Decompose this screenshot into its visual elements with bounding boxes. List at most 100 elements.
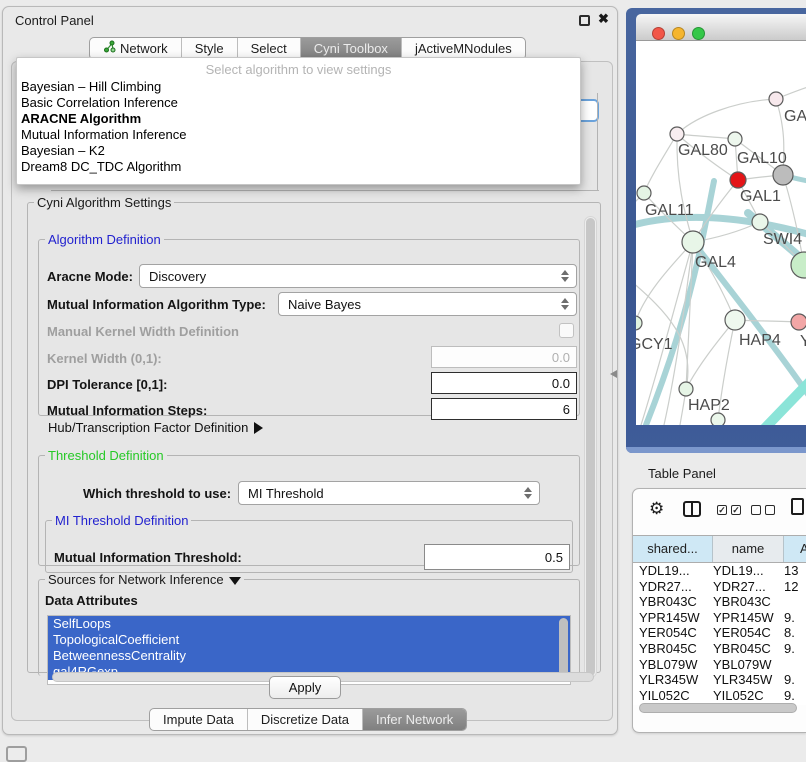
table-cell[interactable]: YER054C bbox=[633, 625, 707, 641]
table-cell[interactable]: YIL052C bbox=[707, 688, 778, 704]
algorithm-option[interactable]: Dream8 DC_TDC Algorithm bbox=[17, 159, 580, 175]
table-cell[interactable]: YDR27... bbox=[707, 579, 778, 595]
network-window-titlebar[interactable] bbox=[636, 14, 806, 41]
attribute-item[interactable]: BetweennessCentrality bbox=[48, 648, 570, 664]
table-hscrollbar[interactable] bbox=[639, 703, 797, 713]
tab-impute-data[interactable]: Impute Data bbox=[150, 709, 247, 730]
select-all-icon[interactable]: ✓ bbox=[717, 505, 727, 515]
close-traffic-light[interactable] bbox=[652, 27, 665, 40]
network-node[interactable] bbox=[636, 316, 642, 330]
tab-infer-network[interactable]: Infer Network bbox=[362, 709, 466, 730]
minimize-traffic-light[interactable] bbox=[672, 27, 685, 40]
table-row[interactable]: YIL052CYIL052C9. bbox=[633, 688, 806, 704]
table-cell[interactable]: YER054C bbox=[707, 625, 778, 641]
table-header: shared... name A bbox=[633, 535, 806, 563]
table-cell[interactable]: YBL079W bbox=[633, 657, 707, 673]
table-cell[interactable]: YBR043C bbox=[633, 594, 707, 610]
network-node[interactable] bbox=[752, 214, 768, 230]
apply-button[interactable]: Apply bbox=[269, 676, 341, 699]
table-cell[interactable]: 9. bbox=[778, 610, 801, 626]
table-cell[interactable]: YPR145W bbox=[707, 610, 778, 626]
table-cell[interactable]: YDR27... bbox=[633, 579, 707, 595]
tab-cyni-toolbox[interactable]: Cyni Toolbox bbox=[300, 38, 401, 59]
network-node[interactable] bbox=[769, 92, 783, 106]
zoom-traffic-light[interactable] bbox=[692, 27, 705, 40]
mi-threshold-field[interactable]: 0.5 bbox=[424, 544, 570, 570]
column-header-partial[interactable]: A bbox=[784, 536, 806, 562]
table-cell[interactable]: YDL19... bbox=[633, 563, 707, 579]
network-node[interactable] bbox=[773, 165, 793, 185]
network-node[interactable] bbox=[730, 172, 746, 188]
columns-icon[interactable] bbox=[683, 501, 701, 517]
table-cell[interactable]: YLR345W bbox=[633, 672, 707, 688]
gear-icon[interactable]: ⚙ bbox=[649, 499, 664, 519]
table-cell[interactable] bbox=[778, 657, 801, 673]
column-header-shared-name[interactable]: shared... bbox=[633, 536, 713, 562]
algorithm-option[interactable]: Mutual Information Inference bbox=[17, 127, 580, 143]
network-canvas[interactable]: GALGAL80GAL10GAL1GAL11SWI4GAL4GCY1HAP4YH… bbox=[636, 41, 806, 425]
table-row[interactable]: YBL079WYBL079W bbox=[633, 657, 806, 673]
algorithm-option[interactable]: Bayesian – Hill Climbing bbox=[17, 79, 580, 95]
algorithm-option[interactable]: Basic Correlation Inference bbox=[17, 95, 580, 111]
export-table-icon[interactable] bbox=[791, 498, 804, 515]
tab-select[interactable]: Select bbox=[237, 38, 300, 59]
network-node[interactable] bbox=[728, 132, 742, 146]
network-node[interactable] bbox=[711, 413, 725, 425]
network-node[interactable] bbox=[791, 314, 806, 330]
mi-type-select[interactable]: Naive Bayes bbox=[278, 292, 577, 316]
close-icon[interactable]: ✖ bbox=[598, 11, 609, 27]
table-cell[interactable]: 13 bbox=[778, 563, 801, 579]
tab-network[interactable]: Network bbox=[90, 38, 181, 59]
table-cell[interactable]: 12 bbox=[778, 579, 801, 595]
hub-definition-toggle[interactable]: Hub/Transcription Factor Definition bbox=[48, 420, 263, 435]
table-row[interactable]: YER054CYER054C8. bbox=[633, 625, 806, 641]
table-cell[interactable]: YBR045C bbox=[633, 641, 707, 657]
manual-kernel-checkbox[interactable] bbox=[559, 323, 574, 338]
settings-scrollbar[interactable] bbox=[584, 216, 597, 678]
table-row[interactable]: YBR043CYBR043C bbox=[633, 594, 806, 610]
which-threshold-select[interactable]: MI Threshold bbox=[238, 481, 540, 505]
aracne-mode-select[interactable]: Discovery bbox=[139, 264, 577, 288]
table-cell[interactable]: 9. bbox=[778, 672, 801, 688]
table-cell[interactable]: YIL052C bbox=[633, 688, 707, 704]
kernel-width-field[interactable]: 0.0 bbox=[431, 346, 577, 368]
select-all-icon[interactable]: ✓ bbox=[731, 505, 741, 515]
attribute-item[interactable]: SelfLoops bbox=[48, 616, 570, 632]
table-cell[interactable] bbox=[778, 594, 801, 610]
list-scrollbar[interactable] bbox=[559, 618, 568, 680]
network-node[interactable] bbox=[637, 186, 651, 200]
minimized-panel-icon[interactable] bbox=[6, 746, 27, 762]
column-header-name[interactable]: name bbox=[713, 536, 784, 562]
table-cell[interactable]: YBR043C bbox=[707, 594, 778, 610]
tab-style[interactable]: Style bbox=[181, 38, 237, 59]
table-row[interactable]: YDR27...YDR27...12 bbox=[633, 579, 806, 595]
table-cell[interactable]: YBR045C bbox=[707, 641, 778, 657]
scrollbar-thumb[interactable] bbox=[586, 218, 595, 676]
sources-toggle[interactable]: Sources for Network Inference bbox=[45, 572, 244, 587]
attribute-item[interactable]: TopologicalCoefficient bbox=[48, 632, 570, 648]
float-window-icon[interactable] bbox=[579, 15, 590, 26]
table-cell[interactable]: YPR145W bbox=[633, 610, 707, 626]
table-cell[interactable]: 9. bbox=[778, 688, 801, 704]
network-node[interactable] bbox=[670, 127, 684, 141]
network-node[interactable] bbox=[679, 382, 693, 396]
table-row[interactable]: YPR145WYPR145W9. bbox=[633, 610, 806, 626]
tab-discretize-data[interactable]: Discretize Data bbox=[247, 709, 362, 730]
network-node[interactable] bbox=[725, 310, 745, 330]
deselect-all-icon[interactable] bbox=[765, 505, 775, 515]
table-cell[interactable]: YDL19... bbox=[707, 563, 778, 579]
tab-jactivemnodules[interactable]: jActiveMNodules bbox=[401, 38, 525, 59]
table-cell[interactable]: YLR345W bbox=[707, 672, 778, 688]
table-cell[interactable]: 8. bbox=[778, 625, 801, 641]
network-node[interactable] bbox=[682, 231, 704, 253]
table-cell[interactable]: 9. bbox=[778, 641, 801, 657]
mi-steps-field[interactable]: 6 bbox=[431, 398, 577, 420]
table-row[interactable]: YBR045CYBR045C9. bbox=[633, 641, 806, 657]
algorithm-option-selected[interactable]: ARACNE Algorithm bbox=[17, 111, 580, 127]
table-row[interactable]: YLR345WYLR345W9. bbox=[633, 672, 806, 688]
deselect-all-icon[interactable] bbox=[751, 505, 761, 515]
table-cell[interactable]: YBL079W bbox=[707, 657, 778, 673]
table-row[interactable]: YDL19...YDL19...13 bbox=[633, 563, 806, 579]
algorithm-option[interactable]: Bayesian – K2 bbox=[17, 143, 580, 159]
dpi-tolerance-field[interactable]: 0.0 bbox=[431, 372, 577, 394]
